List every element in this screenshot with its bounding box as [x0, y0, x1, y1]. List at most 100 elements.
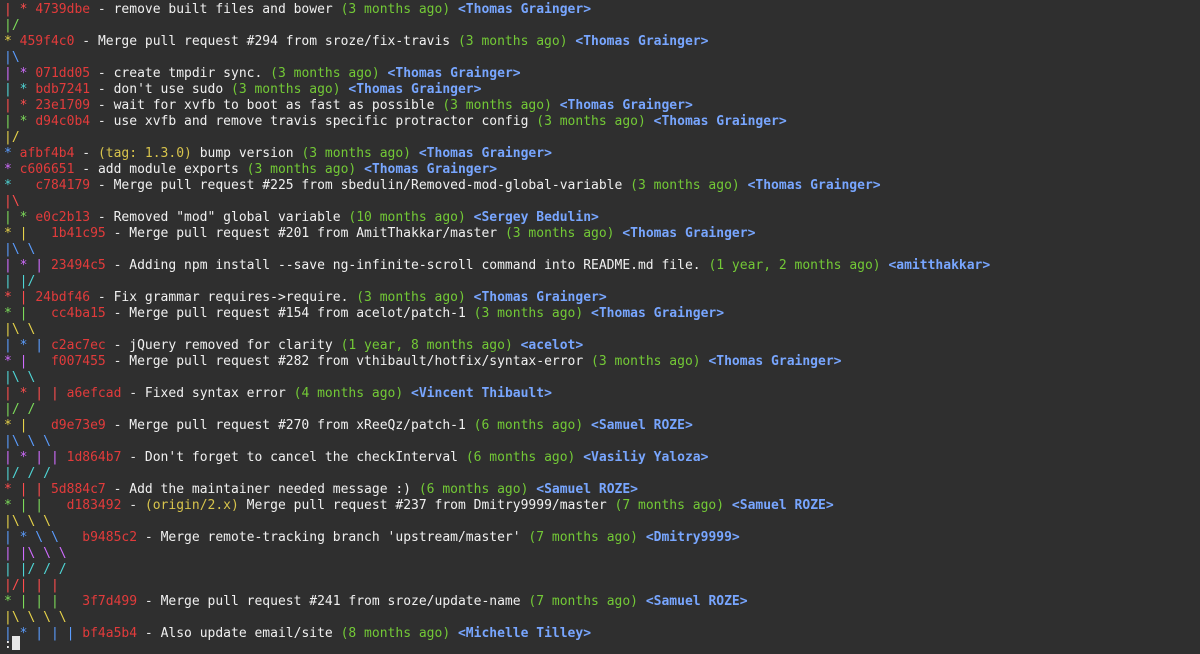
- graph-segment: | *: [4, 114, 36, 129]
- commit-hash: c2ac7ec: [50, 338, 106, 353]
- commit-hash: c784179: [35, 178, 91, 193]
- commit-date: (1 year, 8 months ago): [340, 338, 513, 353]
- commit-message: Adding npm install --save ng-infinite-sc…: [129, 258, 701, 273]
- log-line: * | | 5d884c7 - Add the maintainer neede…: [4, 482, 638, 497]
- commit-hash: f007455: [50, 354, 106, 369]
- commit-hash: 5d884c7: [50, 482, 106, 497]
- log-line: | * e0c2b13 - Removed "mod" global varia…: [4, 210, 599, 225]
- commit-hash: 071dd05: [35, 66, 91, 81]
- log-line: | * | | 1d864b7 - Don't forget to cancel…: [4, 450, 709, 465]
- log-line: |/ / /: [4, 466, 51, 482]
- terminal-window[interactable]: | * 4739dbe - remove built files and bow…: [0, 0, 1200, 654]
- log-line: |\ \ \: [4, 434, 51, 450]
- commit-date: (3 months ago): [504, 226, 615, 241]
- commit-hash: b9485c2: [82, 530, 138, 545]
- commit-author: <Thomas Grainger>: [708, 354, 842, 369]
- commit-hash: c606651: [19, 162, 75, 177]
- commit-message: Removed "mod" global variable: [113, 210, 341, 225]
- commit-author: <Samuel ROZE>: [645, 594, 748, 609]
- commit-hash: d9e73e9: [50, 418, 106, 433]
- commit-message: Merge pull request #282 from vthibault/h…: [129, 354, 584, 369]
- commit-message: create tmpdir sync.: [113, 66, 263, 81]
- graph-segment: *: [4, 162, 20, 177]
- graph-segment: |\ \ \: [4, 434, 51, 449]
- graph-segment: *: [4, 34, 20, 49]
- graph-segment: |\: [4, 50, 20, 65]
- log-line: |/| | |: [4, 578, 59, 594]
- commit-date: (7 months ago): [614, 498, 725, 513]
- log-line: * c784179 - Merge pull request #225 from…: [4, 178, 881, 193]
- commit-ref: (tag: 1.3.0): [97, 146, 192, 161]
- commit-hash: bf4a5b4: [82, 626, 138, 641]
- log-line: * afbf4b4 - (tag: 1.3.0) bump version (3…: [4, 146, 552, 161]
- commit-author: <Thomas Grainger>: [653, 114, 787, 129]
- graph-segment: * | | |: [4, 594, 83, 609]
- log-line: |\ \ \: [4, 514, 51, 530]
- commit-hash: bdb7241: [35, 82, 91, 97]
- commit-author: <acelot>: [520, 338, 584, 353]
- commit-hash: 23e1709: [35, 98, 91, 113]
- commit-date: (8 months ago): [340, 626, 451, 641]
- log-line: |\ \: [4, 370, 43, 386]
- log-line: * | 1b41c95 - Merge pull request #201 fr…: [4, 226, 756, 241]
- log-line: | * | 23494c5 - Adding npm install --sav…: [4, 258, 991, 273]
- commit-message: Merge pull request #201 from AmitThakkar…: [129, 226, 498, 241]
- commit-date: (6 months ago): [473, 418, 584, 433]
- commit-hash: 3f7d499: [82, 594, 138, 609]
- log-line: |\: [4, 194, 20, 210]
- log-line: |/: [4, 18, 20, 34]
- log-line: | |\ \ \: [4, 546, 67, 562]
- graph-segment: * |: [4, 418, 51, 433]
- commit-author: <Thomas Grainger>: [622, 226, 756, 241]
- commit-date: (3 months ago): [457, 34, 568, 49]
- commit-date: (3 months ago): [231, 82, 341, 97]
- log-line: * | | d183492 - (origin/2.x) Merge pull …: [4, 498, 834, 513]
- commit-message: Add the maintainer needed message :): [129, 482, 412, 497]
- commit-hash: 4739dbe: [35, 2, 91, 17]
- graph-segment: |/: [4, 130, 20, 145]
- commit-date: (3 months ago): [630, 178, 740, 193]
- commit-author: <Thomas Grainger>: [348, 82, 482, 97]
- graph-segment: | *: [4, 82, 36, 97]
- log-line: * | f007455 - Merge pull request #282 fr…: [4, 354, 842, 369]
- pager-prompt[interactable]: :: [4, 636, 20, 652]
- graph-segment: |\ \ \: [4, 514, 51, 529]
- log-line: | * d94c0b4 - use xvfb and remove travis…: [4, 114, 787, 129]
- commit-author: <Sergey Bedulin>: [473, 210, 599, 225]
- commit-author: <Thomas Grainger>: [387, 66, 521, 81]
- log-line: |\ \: [4, 242, 35, 258]
- commit-date: (4 months ago): [293, 386, 404, 401]
- commit-author: <Thomas Grainger>: [559, 98, 693, 113]
- graph-segment: |\ \: [4, 242, 36, 257]
- commit-author: <Vincent Thibault>: [411, 386, 552, 401]
- log-line: |\ \: [4, 322, 35, 338]
- log-line: |/: [4, 130, 20, 146]
- log-line: | * | c2ac7ec - jQuery removed for clari…: [4, 338, 584, 353]
- commit-message: Fixed syntax error: [144, 386, 286, 401]
- commit-date: (10 months ago): [348, 210, 466, 225]
- commit-hash: d183492: [66, 498, 122, 513]
- commit-message: use xvfb and remove travis specific prot…: [113, 114, 529, 129]
- commit-author: <Thomas Grainger>: [457, 2, 592, 17]
- graph-segment: | |\ \ \: [4, 546, 67, 561]
- log-line: | * 071dd05 - create tmpdir sync. (3 mon…: [4, 66, 521, 81]
- graph-segment: | *: [4, 66, 36, 81]
- graph-segment: |/ / /: [4, 466, 51, 481]
- graph-segment: |\: [4, 194, 20, 209]
- graph-segment: | * |: [4, 338, 51, 353]
- graph-segment: |\ \: [4, 370, 44, 385]
- log-line: | * | | | bf4a5b4 - Also update email/si…: [4, 626, 592, 641]
- pager-prompt-text: :: [4, 637, 12, 652]
- commit-author: <Samuel ROZE>: [731, 498, 834, 513]
- graph-segment: |\ \: [4, 322, 36, 337]
- commit-date: (3 months ago): [591, 354, 701, 369]
- graph-segment: | |/ / /: [4, 562, 67, 577]
- log-line: | * bdb7241 - don't use sudo (3 months a…: [4, 82, 482, 97]
- log-line: |\: [4, 50, 20, 66]
- commit-hash: a6efcad: [66, 386, 122, 401]
- commit-message: add module exports: [97, 162, 239, 177]
- commit-date: (7 months ago): [528, 594, 638, 609]
- log-line: * c606651 - add module exports (3 months…: [4, 162, 498, 177]
- graph-segment: | * | |: [4, 386, 67, 401]
- commit-author: <amitthakkar>: [888, 258, 991, 273]
